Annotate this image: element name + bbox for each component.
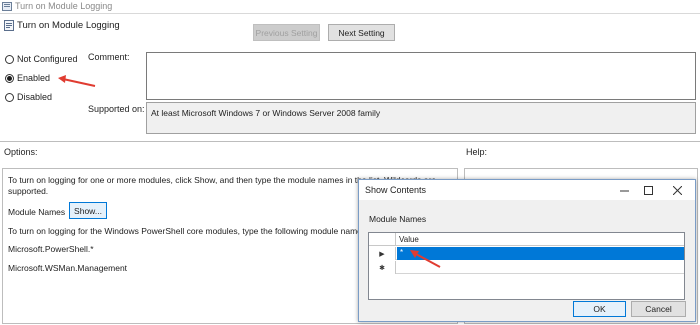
core-modules-instruction: To turn on logging for the Windows Power… xyxy=(8,226,405,236)
options-label: Options: xyxy=(4,147,38,157)
not-configured-radio[interactable]: Not Configured xyxy=(5,54,78,64)
dialog-section-label: Module Names xyxy=(369,214,427,224)
annotation-arrow-icon xyxy=(410,250,441,268)
section-divider xyxy=(0,141,700,142)
radio-label: Disabled xyxy=(17,92,53,102)
cancel-button[interactable]: Cancel xyxy=(631,301,686,317)
module-name-text: Microsoft.WSMan.Management xyxy=(8,263,128,273)
grid-corner xyxy=(369,233,396,246)
radio-selected-dot xyxy=(7,75,12,81)
setting-title: Turn on Module Logging xyxy=(17,20,120,31)
options-instruction-cont: supported. xyxy=(8,186,49,196)
module-name-text: Microsoft.PowerShell.* xyxy=(8,244,94,254)
help-label: Help: xyxy=(466,147,488,157)
close-icon[interactable] xyxy=(668,182,686,198)
window-title: Turn on Module Logging xyxy=(15,1,113,11)
new-row-icon[interactable]: ✱ xyxy=(369,261,396,274)
radio-circle[interactable] xyxy=(5,54,14,64)
grid-header: Value xyxy=(369,233,684,246)
annotation-arrow-icon xyxy=(58,75,96,87)
enabled-radio[interactable]: Enabled xyxy=(5,73,50,83)
next-setting-button[interactable]: Next Setting xyxy=(328,24,395,41)
supported-on-label: Supported on: xyxy=(88,104,145,114)
comment-textbox[interactable] xyxy=(146,52,696,100)
policy-icon xyxy=(2,2,12,11)
dialog-titlebar: Show Contents xyxy=(359,180,695,200)
maximize-icon[interactable] xyxy=(639,182,657,198)
minimize-icon[interactable] xyxy=(615,182,633,198)
show-button[interactable]: Show... xyxy=(69,202,107,219)
comment-label: Comment: xyxy=(88,52,130,62)
window-titlebar: Turn on Module Logging xyxy=(0,0,700,14)
previous-setting-button[interactable]: Previous Setting xyxy=(253,24,320,41)
module-names-label: Module Names xyxy=(8,207,66,217)
current-row-icon[interactable]: ▶ xyxy=(369,247,396,260)
radio-circle[interactable] xyxy=(5,92,14,102)
radio-label: Enabled xyxy=(17,73,51,83)
disabled-radio[interactable]: Disabled xyxy=(5,92,52,102)
setting-icon xyxy=(4,20,14,31)
ok-button[interactable]: OK xyxy=(573,301,626,317)
radio-circle[interactable] xyxy=(5,73,14,83)
value-column-header[interactable]: Value xyxy=(399,235,419,244)
radio-label: Not Configured xyxy=(17,54,78,64)
supported-on-value: At least Microsoft Windows 7 or Windows … xyxy=(146,102,696,134)
dialog-title: Show Contents xyxy=(365,185,427,195)
show-contents-dialog: Show Contents Module Names Value ▶ * ✱ O… xyxy=(358,179,696,322)
